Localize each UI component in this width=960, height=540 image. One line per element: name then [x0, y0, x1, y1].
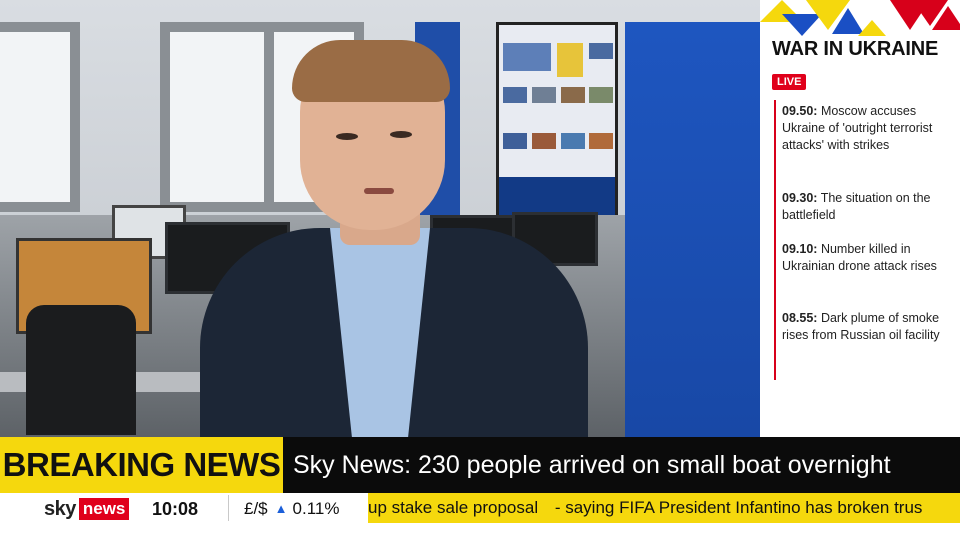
market-ticker: £/$ ▲ 0.11%	[244, 498, 339, 520]
timeline-event: 09.10: Number killed in Ukrainian drone …	[782, 241, 952, 275]
sky-news-logo: sky news	[44, 497, 130, 520]
flag-pattern-graphic	[760, 0, 960, 36]
background-display-screen	[496, 22, 618, 222]
event-time: 09.30:	[782, 191, 818, 205]
event-time: 09.50:	[782, 104, 818, 118]
background-window	[160, 22, 280, 212]
timeline-event: 08.55: Dark plume of smoke rises from Ru…	[782, 310, 952, 344]
bottom-info-strip: sky news 10:08 £/$ ▲ 0.11% up stake sale…	[0, 493, 960, 540]
war-in-ukraine-panel: WAR IN UKRAINE LIVE 09.50: Moscow accuse…	[760, 0, 960, 437]
logo-news: news	[78, 498, 130, 520]
news-ticker: up stake sale proposal - saying FIFA Pre…	[368, 493, 960, 523]
presenter-eye	[390, 131, 412, 138]
live-badge: LIVE	[772, 74, 807, 90]
presenter-hair	[292, 40, 450, 102]
event-time: 08.55:	[782, 311, 818, 325]
ticker-separator	[544, 498, 549, 517]
ticker-item: up stake sale proposal	[368, 498, 539, 517]
clock: 10:08	[152, 499, 199, 519]
market-change: 0.11%	[292, 499, 340, 518]
panel-title: WAR IN UKRAINE	[772, 38, 939, 60]
logo-sky: sky	[44, 497, 76, 520]
market-pair: £/$	[244, 499, 268, 518]
background-window	[0, 22, 80, 212]
ticker-item: - saying FIFA President Infantino has br…	[554, 498, 923, 517]
presenter-mouth	[364, 188, 394, 194]
breaking-headline: Sky News: 230 people arrived on small bo…	[293, 450, 891, 479]
event-time: 09.10:	[782, 242, 818, 256]
timeline-event: 09.30: The situation on the battlefield	[782, 190, 952, 224]
background-chair	[26, 305, 136, 435]
background-blue-wall	[625, 22, 760, 437]
presenter-eye	[336, 133, 358, 140]
breaking-news-bar: BREAKING NEWS Sky News: 230 people arriv…	[0, 437, 960, 493]
breaking-news-label: BREAKING NEWS	[0, 437, 283, 493]
timeline-line	[774, 100, 776, 380]
up-triangle-icon: ▲	[274, 501, 288, 516]
timeline-event: 09.50: Moscow accuses Ukraine of 'outrig…	[782, 103, 952, 154]
ticker-text: up stake sale proposal - saying FIFA Pre…	[368, 493, 922, 523]
divider	[228, 495, 229, 521]
